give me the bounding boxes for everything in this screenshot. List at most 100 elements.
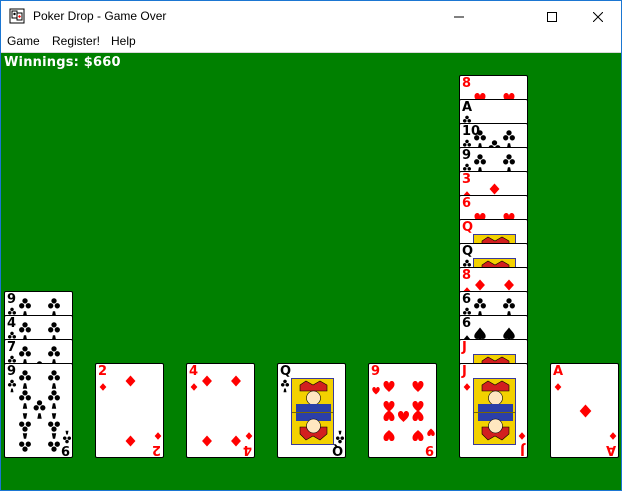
- clubs-pip: [474, 154, 486, 173]
- title-bar[interactable]: Poker Drop - Game Over: [1, 1, 621, 32]
- hearts-pip: [398, 411, 409, 422]
- clubs-pip: [48, 370, 60, 389]
- clubs-pip: [474, 298, 486, 317]
- diamonds-corner-pip: [554, 383, 562, 391]
- card-rank-top: 9: [7, 364, 17, 379]
- card-rank-top: Q: [280, 364, 292, 379]
- card-rank-top: 6: [462, 196, 472, 211]
- card-rank-top: Q: [462, 220, 474, 235]
- clubs-pip: [19, 433, 31, 452]
- diamonds-corner-pip: [518, 432, 526, 440]
- hearts-pip: [383, 430, 395, 441]
- hearts-corner-pip: [372, 387, 380, 395]
- card-rank-top: 8: [462, 76, 472, 91]
- card-table: Winnings: $660 994477992244QQ9988AA10109…: [1, 53, 621, 490]
- window-title: Poker Drop - Game Over: [33, 9, 167, 23]
- card-rank-bottom: 2: [151, 442, 161, 457]
- menu-bar: Game Register! Help: [1, 32, 621, 53]
- diamonds-pip: [579, 404, 592, 418]
- card-rank-bottom: J: [520, 442, 525, 457]
- card-rank-top: 4: [189, 364, 199, 379]
- clubs-pip: [19, 413, 31, 432]
- diamonds-corner-pip: [609, 432, 617, 440]
- card-9-of-hearts[interactable]: 99: [368, 363, 437, 458]
- diamonds-pip: [125, 375, 136, 387]
- diamonds-pip: [489, 183, 500, 195]
- card-rank-top: 6: [462, 292, 472, 307]
- clubs-pip: [503, 130, 515, 149]
- minimize-icon: [454, 16, 464, 17]
- hearts-corner-pip: [427, 428, 435, 436]
- diamonds-pip: [504, 279, 514, 291]
- card-rank-bottom: 9: [60, 442, 70, 457]
- card-2-of-diamonds[interactable]: 22: [95, 363, 164, 458]
- card-rank-top: 2: [98, 364, 108, 379]
- hearts-pip: [412, 410, 424, 421]
- clubs-pip: [48, 413, 60, 432]
- card-rank-bottom: Q: [331, 442, 343, 457]
- card-rank-top: 4: [7, 316, 17, 331]
- maximize-icon: [547, 11, 557, 22]
- face-card-illustration: [291, 378, 334, 445]
- clubs-pip: [33, 400, 46, 419]
- card-rank-top: 8: [462, 268, 472, 283]
- clubs-pip: [503, 154, 515, 173]
- card-rank-top: A: [462, 100, 473, 115]
- card-a-of-diamonds[interactable]: AA: [550, 363, 619, 458]
- diamonds-corner-pip: [463, 383, 471, 391]
- diamonds-pip: [231, 375, 241, 387]
- winnings-label: Winnings: $660: [4, 55, 121, 70]
- face-card-illustration: [473, 378, 516, 445]
- diamonds-pip: [231, 435, 241, 447]
- clubs-pip: [19, 390, 31, 409]
- clubs-pip: [19, 322, 31, 341]
- card-9-of-clubs[interactable]: 99: [4, 363, 73, 458]
- menu-help[interactable]: Help: [111, 34, 136, 48]
- clubs-pip: [48, 346, 60, 365]
- maximize-button[interactable]: [529, 1, 575, 32]
- card-rank-top: 7: [7, 340, 17, 355]
- card-rank-top: Q: [462, 244, 474, 259]
- diamonds-pip: [202, 435, 212, 447]
- menu-game[interactable]: Game: [7, 34, 40, 48]
- clubs-pip: [48, 322, 60, 341]
- hearts-pip: [383, 410, 395, 421]
- diamonds-pip: [475, 279, 485, 291]
- card-q-of-clubs[interactable]: QQ: [277, 363, 346, 458]
- diamonds-corner-pip: [154, 432, 162, 440]
- clubs-corner-pip: [7, 379, 17, 393]
- hearts-pip: [412, 430, 424, 441]
- card-rank-bottom: 9: [424, 442, 434, 457]
- close-button[interactable]: [575, 1, 621, 32]
- clubs-pip: [48, 390, 60, 409]
- close-icon: [593, 11, 603, 22]
- card-4-of-diamonds[interactable]: 44: [186, 363, 255, 458]
- clubs-corner-pip: [280, 379, 290, 393]
- card-rank-top: 10: [462, 124, 481, 139]
- card-rank-top: 9: [371, 364, 381, 379]
- diamonds-pip: [202, 375, 212, 387]
- clubs-pip: [19, 298, 31, 317]
- card-rank-top: 9: [462, 148, 472, 163]
- menu-register[interactable]: Register!: [52, 34, 100, 48]
- card-rank-top: J: [462, 340, 467, 355]
- hearts-pip: [412, 381, 424, 392]
- clubs-pip: [19, 370, 31, 389]
- minimize-button[interactable]: [436, 1, 482, 32]
- card-rank-top: 9: [7, 292, 17, 307]
- diamonds-corner-pip: [245, 432, 253, 440]
- diamonds-corner-pip: [190, 383, 198, 391]
- hearts-pip: [383, 381, 395, 392]
- card-rank-top: 6: [462, 316, 472, 331]
- clubs-pip: [48, 433, 60, 452]
- card-rank-bottom: 4: [242, 442, 252, 457]
- card-rank-bottom: A: [605, 442, 616, 457]
- card-j-of-diamonds[interactable]: JJ: [459, 363, 528, 458]
- card-rank-top: 3: [462, 172, 472, 187]
- game-window: Poker Drop - Game Over Game Register! He…: [0, 0, 622, 491]
- diamonds-corner-pip: [99, 383, 107, 391]
- poker-drop-app-icon[interactable]: [9, 8, 25, 24]
- clubs-pip: [503, 298, 515, 317]
- clubs-pip: [19, 346, 31, 365]
- card-rank-top: J: [462, 364, 467, 379]
